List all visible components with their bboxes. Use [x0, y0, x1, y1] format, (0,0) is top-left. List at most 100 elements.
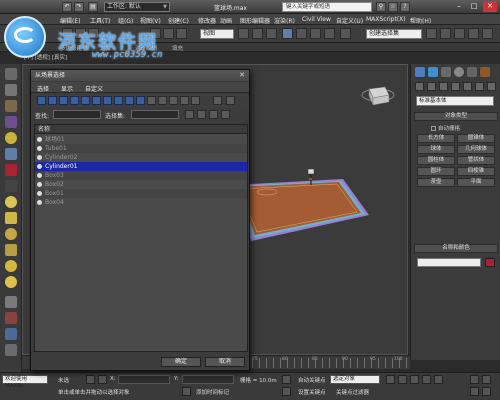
plane-button[interactable]: 平面 — [457, 178, 495, 187]
viewport-label[interactable]: [+] [透视] [真实] — [24, 53, 67, 61]
y-coord-field[interactable] — [182, 375, 234, 384]
box-button[interactable]: 长方体 — [417, 134, 455, 143]
view-options-icon[interactable] — [226, 96, 235, 105]
key-filters-button[interactable]: 关键点过滤器 — [336, 388, 369, 396]
object-name-field[interactable] — [417, 258, 481, 267]
pivot-center-icon[interactable] — [238, 28, 249, 39]
reference-coordinate-dropdown[interactable]: 视图 — [200, 29, 234, 39]
dialog-menu-select[interactable]: 选择 — [37, 84, 49, 93]
auto-key-button[interactable]: 自动关键点 — [298, 376, 326, 384]
systems-category-icon[interactable] — [487, 82, 496, 91]
hierarchy-tab-icon[interactable] — [441, 67, 451, 77]
menu-view[interactable]: 视图(V) — [140, 16, 161, 25]
helper-icon[interactable] — [5, 164, 17, 176]
menu-group[interactable]: 组(G) — [118, 16, 133, 25]
display-bones-icon[interactable] — [125, 96, 134, 105]
menu-graph-editors[interactable]: 图形编辑器 — [240, 16, 270, 25]
mirror-icon[interactable] — [426, 28, 437, 39]
add-time-tag-button[interactable]: 添加时间标记 — [196, 388, 229, 396]
menu-modifiers[interactable]: 修改器 — [198, 16, 216, 25]
transform-mode-icon[interactable] — [98, 375, 107, 384]
display-shapes-icon[interactable] — [48, 96, 57, 105]
time-tag-icon[interactable] — [182, 387, 191, 396]
snap-toggle-icon[interactable] — [282, 28, 293, 39]
menu-maxscript[interactable]: MAXScript(X) — [366, 16, 406, 23]
keyword-search-input[interactable]: 键入关键字或短语 — [282, 2, 372, 12]
selection-set-dropdown[interactable] — [131, 110, 179, 119]
geometry-icon[interactable] — [5, 100, 17, 112]
display-cameras-icon[interactable] — [70, 96, 79, 105]
autogrid-checkbox[interactable]: 自动栅格 — [431, 124, 460, 132]
named-selection-set-dropdown[interactable]: 创建选择集 — [366, 29, 422, 39]
go-to-start-icon[interactable] — [386, 375, 395, 384]
object-color-swatch[interactable] — [485, 258, 495, 267]
save-selection-set-icon[interactable] — [185, 110, 194, 119]
cylinder-icon[interactable] — [5, 212, 17, 224]
orbit-icon[interactable] — [470, 387, 479, 396]
geometry-category-icon[interactable] — [415, 82, 424, 91]
sun-icon[interactable] — [5, 276, 17, 288]
cone-button[interactable]: 圆锥体 — [457, 134, 495, 143]
dialog-menu-display[interactable]: 显示 — [61, 84, 73, 93]
display-containers-icon[interactable] — [136, 96, 145, 105]
options-icon[interactable] — [221, 110, 230, 119]
list-item[interactable]: Box01 — [35, 189, 247, 198]
set-key-icon[interactable] — [282, 387, 291, 396]
shape-icon[interactable] — [5, 116, 17, 128]
columns-icon[interactable] — [209, 110, 218, 119]
maximize-viewport-icon[interactable] — [482, 387, 491, 396]
menu-rendering[interactable]: 渲染(R) — [274, 16, 295, 25]
previous-frame-icon[interactable] — [398, 375, 407, 384]
geosphere-icon[interactable] — [5, 260, 17, 272]
display-icon[interactable] — [5, 312, 17, 324]
display-all-icon[interactable] — [169, 96, 178, 105]
angle-snap-icon[interactable] — [296, 28, 307, 39]
ok-button[interactable]: 确定 — [161, 357, 201, 367]
undo-icon[interactable]: ↶ — [62, 2, 72, 12]
lock-selection-icon[interactable] — [86, 375, 95, 384]
minimize-button[interactable]: – — [452, 1, 466, 12]
link-tool-icon[interactable] — [5, 328, 17, 340]
display-helpers-icon[interactable] — [81, 96, 90, 105]
name-column-header[interactable]: 名称 — [35, 125, 247, 134]
menu-animation[interactable]: 动画 — [220, 16, 232, 25]
keyboard-shortcut-icon[interactable] — [266, 28, 277, 39]
select-region-icon[interactable] — [176, 28, 187, 39]
teapot-button[interactable]: 茶壶 — [417, 178, 455, 187]
cylinder-button[interactable]: 圆柱体 — [417, 156, 455, 165]
light-icon[interactable] — [5, 132, 17, 144]
layer-icon[interactable] — [5, 84, 17, 96]
zoom-icon[interactable] — [470, 375, 479, 384]
display-lights-icon[interactable] — [59, 96, 68, 105]
primitive-type-dropdown[interactable]: 标准基本体 — [416, 96, 494, 106]
cameras-category-icon[interactable] — [451, 82, 460, 91]
list-item[interactable]: Box03 — [35, 171, 247, 180]
view-cube[interactable] — [361, 86, 395, 106]
material-editor-icon[interactable] — [468, 28, 479, 39]
sphere-button[interactable]: 球体 — [417, 145, 455, 154]
display-hidden-icon[interactable] — [158, 96, 167, 105]
align-icon[interactable] — [440, 28, 451, 39]
render-icon[interactable] — [482, 28, 493, 39]
display-tab-icon[interactable] — [467, 67, 477, 77]
key-mode-icon[interactable] — [282, 375, 291, 384]
menu-create[interactable]: 创建(C) — [168, 16, 189, 25]
select-by-name-icon[interactable] — [163, 28, 174, 39]
x-coord-field[interactable] — [118, 375, 170, 384]
object-type-rollout[interactable]: 对象类型 — [414, 112, 498, 121]
sphere-icon[interactable] — [5, 196, 17, 208]
sort-icon[interactable] — [197, 110, 206, 119]
key-set-dropdown[interactable]: 选定对象 — [330, 375, 380, 384]
scene-explorer-icon[interactable] — [5, 68, 17, 80]
display-none-icon[interactable] — [180, 96, 189, 105]
list-item[interactable]: Cylinder02 — [35, 153, 247, 162]
ribbon-tab-populate[interactable]: 填充 — [172, 44, 183, 52]
shapes-category-icon[interactable] — [427, 82, 436, 91]
go-to-end-icon[interactable] — [434, 375, 443, 384]
edit-named-selection-icon[interactable] — [340, 28, 351, 39]
list-item[interactable]: 球场01 — [35, 135, 247, 144]
display-xrefs-icon[interactable] — [114, 96, 123, 105]
maximize-button[interactable]: □ — [467, 1, 481, 12]
menu-civil-view[interactable]: Civil View — [302, 16, 331, 23]
list-item-selected[interactable]: Cylinder01 — [35, 162, 247, 171]
